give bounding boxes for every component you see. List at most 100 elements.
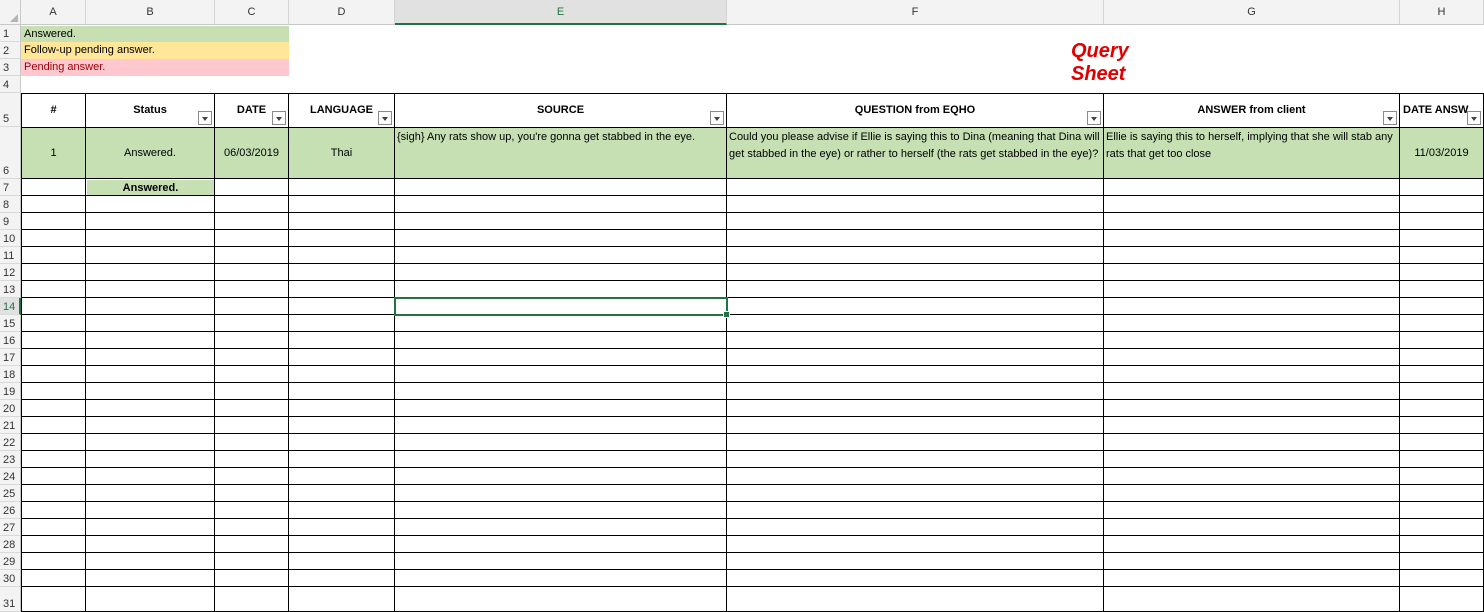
table-cell[interactable] bbox=[1400, 502, 1484, 519]
table-cell[interactable] bbox=[21, 417, 86, 434]
table-cell[interactable] bbox=[21, 230, 86, 247]
table-cell[interactable] bbox=[289, 434, 395, 451]
table-cell[interactable] bbox=[1400, 230, 1484, 247]
table-cell[interactable] bbox=[395, 383, 727, 400]
table-cell[interactable] bbox=[289, 298, 395, 315]
table-cell[interactable] bbox=[215, 298, 289, 315]
table-cell[interactable] bbox=[1104, 230, 1400, 247]
table-cell[interactable] bbox=[86, 485, 215, 502]
table-cell[interactable] bbox=[215, 213, 289, 230]
table-cell[interactable] bbox=[1400, 587, 1484, 612]
table-cell[interactable] bbox=[1400, 247, 1484, 264]
table-cell[interactable] bbox=[21, 264, 86, 281]
column-header-d[interactable]: D bbox=[289, 0, 395, 25]
row-header[interactable]: 28 bbox=[0, 536, 21, 553]
table-cell[interactable] bbox=[395, 536, 727, 553]
row-header[interactable]: 1 bbox=[0, 25, 21, 42]
table-cell[interactable] bbox=[727, 434, 1104, 451]
filter-dropdown-icon[interactable] bbox=[378, 111, 392, 125]
table-cell[interactable] bbox=[21, 366, 86, 383]
table-cell[interactable] bbox=[86, 281, 215, 298]
header-status[interactable]: Status bbox=[86, 93, 215, 128]
filter-dropdown-icon[interactable] bbox=[1087, 111, 1101, 125]
table-cell[interactable] bbox=[727, 298, 1104, 315]
table-cell[interactable] bbox=[86, 417, 215, 434]
table-cell[interactable] bbox=[289, 519, 395, 536]
table-cell[interactable] bbox=[1400, 298, 1484, 315]
table-cell[interactable] bbox=[289, 179, 395, 196]
table-cell[interactable] bbox=[727, 196, 1104, 213]
table-cell[interactable] bbox=[727, 281, 1104, 298]
table-cell[interactable] bbox=[21, 587, 86, 612]
row-header[interactable]: 21 bbox=[0, 417, 21, 434]
table-cell[interactable] bbox=[86, 230, 215, 247]
table-cell[interactable] bbox=[215, 536, 289, 553]
row-header[interactable]: 10 bbox=[0, 230, 21, 247]
table-cell[interactable] bbox=[1400, 553, 1484, 570]
table-cell[interactable] bbox=[727, 366, 1104, 383]
select-all-corner[interactable] bbox=[0, 0, 21, 25]
table-cell[interactable] bbox=[727, 587, 1104, 612]
table-cell[interactable] bbox=[1104, 417, 1400, 434]
table-cell[interactable] bbox=[395, 468, 727, 485]
table-cell[interactable] bbox=[86, 213, 215, 230]
table-cell[interactable] bbox=[1104, 434, 1400, 451]
table-cell[interactable] bbox=[21, 179, 86, 196]
row-header[interactable]: 19 bbox=[0, 383, 21, 400]
row-header[interactable]: 7 bbox=[0, 179, 21, 196]
table-cell[interactable] bbox=[727, 383, 1104, 400]
table-cell[interactable] bbox=[727, 485, 1104, 502]
table-cell[interactable] bbox=[289, 570, 395, 587]
table-cell[interactable] bbox=[215, 570, 289, 587]
table-cell[interactable] bbox=[21, 434, 86, 451]
table-cell[interactable] bbox=[289, 196, 395, 213]
table-cell[interactable] bbox=[1400, 519, 1484, 536]
filter-dropdown-icon[interactable] bbox=[198, 111, 212, 125]
table-cell[interactable] bbox=[289, 332, 395, 349]
row-header[interactable]: 3 bbox=[0, 59, 21, 76]
table-cell[interactable] bbox=[1400, 400, 1484, 417]
table-cell[interactable] bbox=[86, 553, 215, 570]
table-cell[interactable] bbox=[1400, 196, 1484, 213]
table-cell[interactable] bbox=[215, 502, 289, 519]
legend-followup[interactable]: Follow-up pending answer. bbox=[21, 42, 289, 59]
table-cell[interactable] bbox=[21, 196, 86, 213]
table-cell[interactable] bbox=[21, 213, 86, 230]
table-cell[interactable] bbox=[395, 417, 727, 434]
table-cell[interactable] bbox=[289, 315, 395, 332]
table-cell[interactable] bbox=[215, 383, 289, 400]
table-cell[interactable] bbox=[21, 468, 86, 485]
table-cell[interactable] bbox=[1104, 298, 1400, 315]
table-cell[interactable] bbox=[395, 553, 727, 570]
table-cell[interactable] bbox=[1104, 570, 1400, 587]
row-header[interactable]: 13 bbox=[0, 281, 21, 298]
table-cell[interactable] bbox=[395, 502, 727, 519]
table-cell[interactable] bbox=[289, 247, 395, 264]
table-cell[interactable] bbox=[395, 196, 727, 213]
table-cell[interactable] bbox=[21, 383, 86, 400]
table-cell[interactable] bbox=[215, 451, 289, 468]
cell-answer[interactable]: Ellie is saying this to herself, implyin… bbox=[1104, 128, 1400, 179]
table-cell[interactable] bbox=[1400, 383, 1484, 400]
row-header[interactable]: 6 bbox=[0, 127, 21, 179]
table-cell[interactable] bbox=[289, 553, 395, 570]
filter-dropdown-icon[interactable] bbox=[272, 111, 286, 125]
table-cell[interactable] bbox=[395, 281, 727, 298]
table-cell[interactable] bbox=[727, 519, 1104, 536]
column-header-b[interactable]: B bbox=[86, 0, 215, 25]
table-cell[interactable] bbox=[86, 196, 215, 213]
column-header-c[interactable]: C bbox=[215, 0, 289, 25]
table-cell[interactable] bbox=[21, 570, 86, 587]
table-cell[interactable] bbox=[289, 281, 395, 298]
table-cell[interactable] bbox=[727, 349, 1104, 366]
table-cell[interactable] bbox=[1400, 264, 1484, 281]
row-header[interactable]: 16 bbox=[0, 332, 21, 349]
header-answer[interactable]: ANSWER from client bbox=[1104, 93, 1400, 128]
table-cell[interactable] bbox=[215, 281, 289, 298]
row-header[interactable]: 25 bbox=[0, 485, 21, 502]
table-cell[interactable] bbox=[395, 366, 727, 383]
table-cell[interactable] bbox=[1400, 417, 1484, 434]
table-cell[interactable] bbox=[1400, 179, 1484, 196]
legend-pending[interactable]: Pending answer. bbox=[21, 59, 289, 76]
cell-date-answered[interactable]: 11/03/2019 bbox=[1400, 128, 1484, 179]
